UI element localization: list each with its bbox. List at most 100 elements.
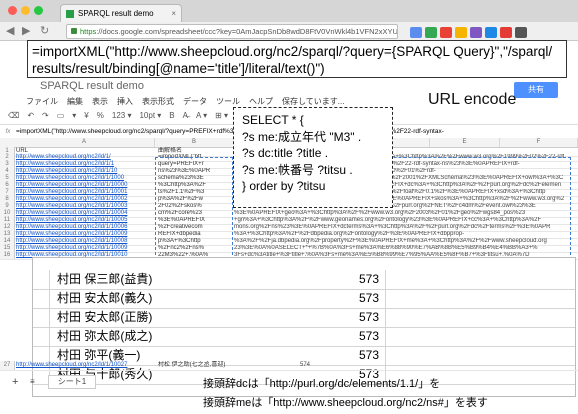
column-header[interactable]: E [430, 138, 500, 147]
share-button[interactable]: 共有 [514, 82, 558, 98]
menu-item[interactable]: 保存しています... [282, 97, 344, 106]
sheet-list-icon[interactable]: ≡ [30, 375, 35, 389]
cell-url-link[interactable]: http://www.sheepcloud.org/nc2/ld/1/10001 [16, 189, 127, 196]
back-icon[interactable]: ◀ [6, 24, 14, 38]
zoom-window-icon[interactable] [34, 6, 43, 15]
browser-tab[interactable]: SPARQL result demo × [60, 4, 182, 23]
row-number[interactable]: 14 [0, 238, 15, 245]
table-row[interactable]: 27 http://www.sheepcloud.org/nc2/ld/1/10… [0, 361, 578, 371]
row-number[interactable]: 4 [0, 168, 15, 175]
add-sheet-icon[interactable]: + [12, 375, 18, 389]
extension-icon[interactable] [425, 27, 437, 38]
result-name: 村田 安太郎(正勝) [57, 310, 153, 324]
reload-icon[interactable]: ↻ [40, 24, 49, 38]
toolbar-button[interactable]: A̶ [183, 111, 188, 120]
toolbar-button[interactable]: ▭ [57, 111, 65, 120]
extension-icon[interactable] [470, 27, 482, 38]
menu-item[interactable]: ヘルプ [249, 97, 273, 106]
cell-url-link[interactable]: http://www.sheepcloud.org/nc2/ld/1/10005 [16, 217, 127, 224]
row-number[interactable]: 27 [0, 361, 15, 370]
menu-item[interactable]: 表示 [92, 97, 108, 106]
forward-icon[interactable]: ▶ [22, 24, 30, 38]
tab-title: SPARQL result demo [78, 9, 154, 18]
row-number[interactable]: 12 [0, 224, 15, 231]
sheet-tab-bar: + ≡ シート1 [0, 375, 200, 389]
lock-icon [71, 28, 77, 34]
extension-icon[interactable] [500, 27, 512, 38]
sparql-line: } order by ?titsu [242, 179, 326, 193]
cell-url-link[interactable]: http://www.sheepcloud.org/nc2/ld/1/10009 [16, 245, 127, 252]
row-number[interactable]: 5 [0, 175, 15, 182]
row-number[interactable]: 2 [0, 154, 15, 161]
cell-url-link[interactable]: http://www.sheepcloud.org/nc2/ld/1/1 [16, 161, 114, 168]
result-value: 573 [358, 310, 379, 324]
extension-icon[interactable] [440, 27, 452, 38]
result-name: 村田 安太郎(義久) [57, 291, 153, 305]
toolbar-button[interactable]: B [169, 111, 174, 120]
toolbar-button[interactable]: ▾ [72, 111, 76, 120]
tab-close-icon[interactable]: × [171, 5, 176, 23]
cell-divider [49, 308, 50, 327]
menu-item[interactable]: 編集 [67, 97, 83, 106]
extension-icon[interactable] [485, 27, 497, 38]
extension-icon[interactable] [455, 27, 467, 38]
column-header[interactable]: B [155, 138, 234, 147]
result-value: 573 [358, 329, 379, 343]
row-number[interactable]: 10 [0, 210, 15, 217]
cell-number[interactable]: 574 [300, 361, 340, 370]
row-number[interactable]: 8 [0, 196, 15, 203]
cell-url-link[interactable]: http://www.sheepcloud.org/nc2/ld/1/10008 [16, 238, 127, 245]
result-value: 573 [358, 291, 379, 305]
toolbar-button[interactable]: ↷ [42, 111, 49, 120]
cell-divider [385, 308, 386, 327]
column-header[interactable]: A [14, 138, 155, 147]
toolbar-button[interactable]: ¥ [84, 111, 88, 120]
cell-title[interactable]: 村松 伊之助(七之丞,喜迎) [158, 361, 232, 370]
cell-url-link[interactable]: http://www.sheepcloud.org/nc2/ld/1/10 [16, 168, 117, 175]
menu-item[interactable]: データ [183, 97, 207, 106]
toolbar-button[interactable]: ⌫ [8, 111, 19, 120]
sheet-tab[interactable]: シート1 [48, 375, 96, 389]
close-window-icon[interactable] [8, 6, 17, 15]
row-number[interactable]: 9 [0, 203, 15, 210]
url-field[interactable]: https://docs.google.com/spreadsheet/ccc?… [66, 24, 398, 39]
menu-item[interactable]: 挿入 [117, 97, 133, 106]
toolbar-button[interactable]: 10pt ▾ [139, 111, 161, 120]
cell-url-link[interactable]: http://www.sheepcloud.org/nc2/ld/1/1000 [16, 175, 124, 182]
toolbar-button[interactable]: A ▾ [196, 111, 207, 120]
result-row: 村田 安太郎(正勝) 573 [33, 308, 575, 328]
menu-item[interactable]: 表示形式 [142, 97, 174, 106]
row-number[interactable]: 7 [0, 189, 15, 196]
document-title[interactable]: SPARQL result demo [40, 80, 144, 92]
toolbar-button[interactable]: ↶ [27, 111, 34, 120]
cell-url-link[interactable]: http://www.sheepcloud.org/nc2/ld/1/10009 [16, 231, 127, 238]
minimize-window-icon[interactable] [21, 6, 30, 15]
menu-item[interactable]: ファイル [26, 97, 58, 106]
row-number[interactable]: 13 [0, 231, 15, 238]
cell-url-link[interactable]: http://www.sheepcloud.org/nc2/ld/1/10000 [16, 182, 127, 189]
extension-icons [410, 25, 530, 38]
cell-url-link[interactable]: http://www.sheepcloud.org/nc2/ld/1/10003 [16, 203, 127, 210]
menu-item[interactable]: ツール [216, 97, 240, 106]
cell-url-link[interactable]: http://www.sheepcloud.org/nc2/ld/1/10006 [16, 224, 127, 231]
note-me: 接頭辞meは「http://www.sheepcloud.org/nc2/ns#… [203, 397, 488, 409]
column-header[interactable]: F [500, 138, 578, 147]
result-name: 村田 保三郎(益貴) [57, 272, 153, 286]
row-number[interactable]: 3 [0, 161, 15, 168]
extension-icon[interactable] [515, 27, 527, 38]
row-number[interactable]: 16 [0, 252, 15, 259]
toolbar-button[interactable]: ⊞ ▾ [215, 111, 228, 120]
cell-url-link[interactable]: http://www.sheepcloud.org/nc2/ld/1/10002 [16, 196, 127, 203]
row-number[interactable]: 15 [0, 245, 15, 252]
cell-divider [385, 270, 386, 289]
cell-divider [49, 327, 50, 346]
row-number[interactable]: 11 [0, 217, 15, 224]
toolbar-button[interactable]: % [97, 111, 104, 120]
cell-url-link[interactable]: http://www.sheepcloud.org/nc2/ld/1/ [16, 154, 111, 161]
sparql-line: SELECT * { [242, 113, 304, 127]
cell-url-link[interactable]: http://www.sheepcloud.org/nc2/ld/1/10004 [16, 210, 127, 217]
toolbar-button[interactable]: 123 ▾ [112, 111, 132, 120]
row-number[interactable]: 6 [0, 182, 15, 189]
cell-url-link[interactable]: http://www.sheepcloud.org/nc2/ld/1/10027 [16, 361, 127, 370]
extension-icon[interactable] [410, 27, 422, 38]
